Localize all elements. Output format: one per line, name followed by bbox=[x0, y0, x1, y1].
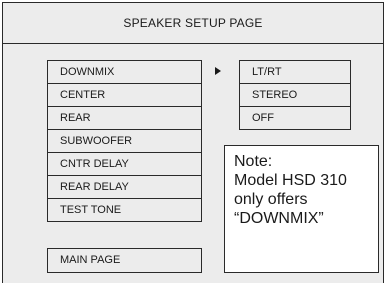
note-line: “DOWNMIX” bbox=[234, 210, 324, 227]
note-line: Note: bbox=[234, 153, 273, 170]
setup-menu: DOWNMIX CENTER REAR SUBWOOFER CNTR DELAY… bbox=[47, 60, 202, 222]
main-page-button[interactable]: MAIN PAGE bbox=[47, 248, 202, 273]
menu-item-subwoofer[interactable]: SUBWOOFER bbox=[47, 129, 202, 153]
note-line: Model HSD 310 bbox=[234, 172, 347, 189]
page-title: SPEAKER SETUP PAGE bbox=[3, 3, 383, 44]
menu-item-rear-delay[interactable]: REAR DELAY bbox=[47, 175, 202, 199]
menu-item-test-tone[interactable]: TEST TONE bbox=[47, 198, 202, 222]
menu-item-cntr-delay[interactable]: CNTR DELAY bbox=[47, 152, 202, 176]
note-line: only offers bbox=[234, 191, 308, 208]
downmix-options: LT/RT STEREO OFF bbox=[239, 60, 351, 130]
note-box: Note: Model HSD 310 only offers “DOWNMIX… bbox=[224, 145, 379, 273]
menu-item-downmix[interactable]: DOWNMIX bbox=[47, 60, 202, 84]
option-lt-rt[interactable]: LT/RT bbox=[239, 60, 351, 84]
option-off[interactable]: OFF bbox=[239, 106, 351, 130]
triangle-right-icon bbox=[215, 67, 221, 75]
option-stereo[interactable]: STEREO bbox=[239, 83, 351, 107]
menu-item-rear[interactable]: REAR bbox=[47, 106, 202, 130]
speaker-setup-screen: SPEAKER SETUP PAGE DOWNMIX CENTER REAR S… bbox=[2, 2, 384, 283]
menu-item-center[interactable]: CENTER bbox=[47, 83, 202, 107]
